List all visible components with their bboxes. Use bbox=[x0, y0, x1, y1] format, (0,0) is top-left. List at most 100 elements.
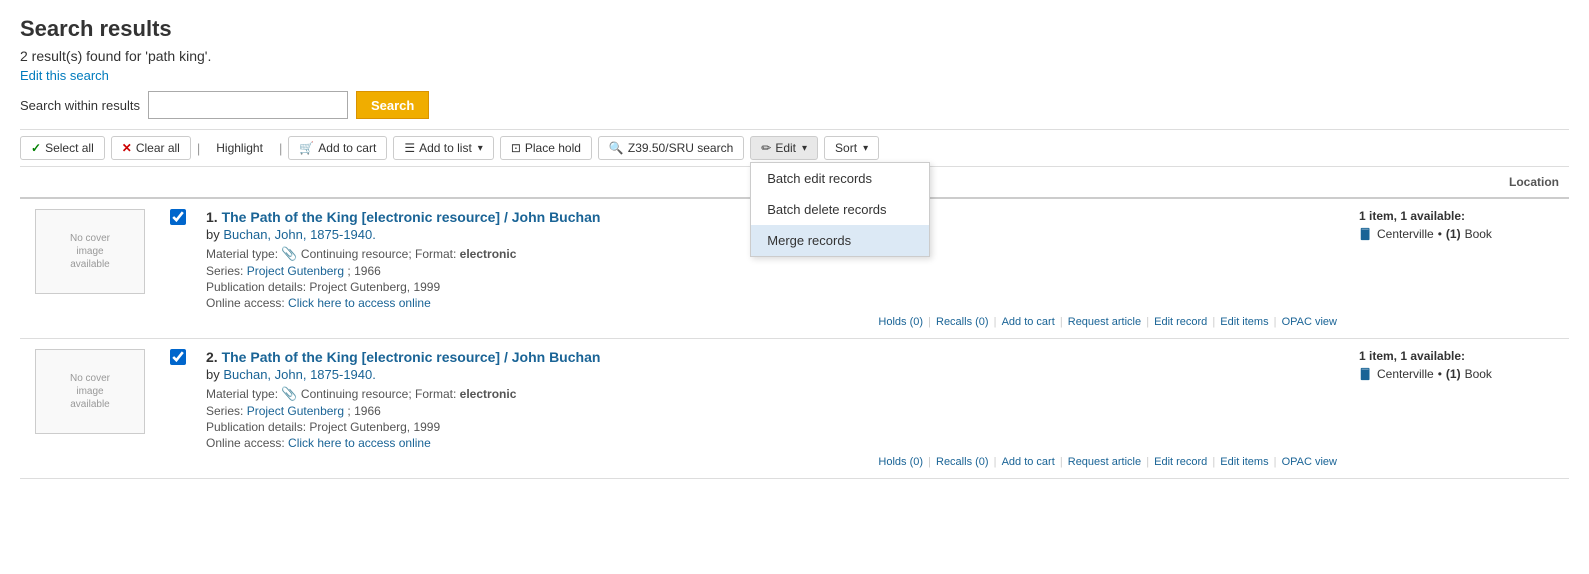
result-meta-series-1: Series: Project Gutenberg ; 1966 bbox=[206, 264, 1339, 278]
batch-edit-item[interactable]: Batch edit records bbox=[751, 163, 929, 194]
online-label-1: Online access: bbox=[206, 296, 285, 310]
add-to-cart-button[interactable]: 🛒 Add to cart bbox=[288, 136, 387, 160]
edit-record-link-1[interactable]: Edit record bbox=[1154, 316, 1207, 328]
pencil-icon: ✏ bbox=[761, 141, 771, 155]
add-to-list-dropdown: ☰ Add to list ▾ bbox=[393, 136, 494, 160]
page-title: Search results bbox=[20, 16, 1569, 42]
material-value-1: Continuing resource bbox=[301, 247, 408, 261]
add-to-list-button[interactable]: ☰ Add to list ▾ bbox=[393, 136, 494, 160]
request-article-link-2[interactable]: Request article bbox=[1068, 456, 1141, 468]
sep: | bbox=[1060, 316, 1063, 328]
add-to-cart-link-1[interactable]: Add to cart bbox=[1002, 316, 1055, 328]
page-wrapper: Search results 2 result(s) found for 'pa… bbox=[0, 0, 1589, 574]
location-detail-1: Centerville • (1) Book bbox=[1359, 227, 1559, 241]
format-label-2: Format: bbox=[415, 387, 456, 401]
col-checkbox bbox=[160, 167, 196, 198]
result-title-link-2[interactable]: The Path of the King [electronic resourc… bbox=[222, 349, 601, 365]
location-type-2: Book bbox=[1465, 367, 1492, 381]
edit-items-link-1[interactable]: Edit items bbox=[1220, 316, 1268, 328]
result-meta-online-2: Online access: Click here to access onli… bbox=[206, 436, 1339, 450]
author-link-1[interactable]: Buchan, John, 1875-1940. bbox=[223, 227, 376, 242]
edit-dropdown-menu: Batch edit records Batch delete records … bbox=[750, 162, 930, 257]
result-title-link-1[interactable]: The Path of the King [electronic resourc… bbox=[222, 209, 601, 225]
z3950-label: Z39.50/SRU search bbox=[628, 141, 733, 155]
place-hold-button[interactable]: ⊡ Place hold bbox=[500, 136, 592, 160]
search-within-input[interactable] bbox=[148, 91, 348, 119]
author-link-2[interactable]: Buchan, John, 1875-1940. bbox=[223, 367, 376, 382]
book-icon-2 bbox=[1359, 367, 1373, 381]
cover-cell-2: No coverimageavailable bbox=[20, 339, 160, 479]
result-meta-pub-2: Publication details: Project Gutenberg, … bbox=[206, 420, 1339, 434]
online-link-1[interactable]: Click here to access online bbox=[288, 296, 431, 310]
clear-all-button[interactable]: ✕ Clear all bbox=[111, 136, 191, 160]
search-icon: 🔍 bbox=[609, 141, 624, 155]
edit-record-link-2[interactable]: Edit record bbox=[1154, 456, 1207, 468]
search-button[interactable]: Search bbox=[356, 91, 429, 119]
select-all-label: Select all bbox=[45, 141, 94, 155]
sep: | bbox=[1060, 456, 1063, 468]
continuing-resource-icon-2: 📎 bbox=[281, 386, 297, 401]
select-all-button[interactable]: ✓ Select all bbox=[20, 136, 105, 160]
online-link-2[interactable]: Click here to access online bbox=[288, 436, 431, 450]
location-count-2: (1) bbox=[1446, 367, 1461, 381]
pub-value-2: Project Gutenberg, 1999 bbox=[309, 420, 440, 434]
checkbox-cell-1 bbox=[160, 198, 196, 339]
table-row: No coverimageavailable 2. The Path of th… bbox=[20, 339, 1569, 479]
book-icon-1 bbox=[1359, 227, 1373, 241]
result-actions-2: Holds (0) | Recalls (0) | Add to cart | … bbox=[206, 456, 1339, 468]
result-meta-series-2: Series: Project Gutenberg ; 1966 bbox=[206, 404, 1339, 418]
col-cover bbox=[20, 167, 160, 198]
series-label-2: Series: bbox=[206, 404, 243, 418]
opac-view-link-1[interactable]: OPAC view bbox=[1282, 316, 1337, 328]
place-hold-label: Place hold bbox=[525, 141, 581, 155]
pub-value-1: Project Gutenberg, 1999 bbox=[309, 280, 440, 294]
location-avail-2: 1 item, 1 available: bbox=[1359, 349, 1559, 363]
sep: | bbox=[994, 456, 997, 468]
holds-link-2[interactable]: Holds (0) bbox=[878, 456, 923, 468]
toolbar: ✓ Select all ✕ Clear all | Highlight | 🛒… bbox=[20, 129, 1569, 167]
series-link-2[interactable]: Project Gutenberg bbox=[247, 404, 344, 418]
merge-records-item[interactable]: Merge records bbox=[751, 225, 929, 256]
clear-all-label: Clear all bbox=[136, 141, 180, 155]
edit-items-link-2[interactable]: Edit items bbox=[1220, 456, 1268, 468]
result-count: 2 result(s) found for 'path king'. bbox=[20, 48, 1569, 64]
sep: | bbox=[1274, 456, 1277, 468]
location-name-1: Centerville bbox=[1377, 227, 1434, 241]
sep: | bbox=[1274, 316, 1277, 328]
sort-button[interactable]: Sort ▾ bbox=[824, 136, 879, 160]
search-within-row: Search within results Search bbox=[20, 91, 1569, 119]
result-number-2: 2. bbox=[206, 349, 218, 365]
highlight-button[interactable]: Highlight bbox=[206, 137, 273, 159]
result-meta-pub-1: Publication details: Project Gutenberg, … bbox=[206, 280, 1339, 294]
sort-label: Sort bbox=[835, 141, 857, 155]
series-label-1: Series: bbox=[206, 264, 243, 278]
pub-label-1: Publication details: bbox=[206, 280, 306, 294]
edit-search-link[interactable]: Edit this search bbox=[20, 68, 109, 83]
recalls-link-2[interactable]: Recalls (0) bbox=[936, 456, 989, 468]
z3950-button[interactable]: 🔍 Z39.50/SRU search bbox=[598, 136, 744, 160]
row-checkbox-1[interactable] bbox=[170, 209, 186, 225]
col-location: Location bbox=[1349, 167, 1569, 198]
request-article-link-1[interactable]: Request article bbox=[1068, 316, 1141, 328]
search-within-label: Search within results bbox=[20, 98, 140, 113]
location-cell-2: 1 item, 1 available: Centerville • (1) B… bbox=[1349, 339, 1569, 479]
opac-view-link-2[interactable]: OPAC view bbox=[1282, 456, 1337, 468]
material-value-2: Continuing resource bbox=[301, 387, 408, 401]
add-to-list-label: Add to list bbox=[419, 141, 472, 155]
batch-delete-item[interactable]: Batch delete records bbox=[751, 194, 929, 225]
series-link-1[interactable]: Project Gutenberg bbox=[247, 264, 344, 278]
edit-button[interactable]: ✏ Edit ▾ bbox=[750, 136, 818, 160]
edit-dropdown-wrapper: ✏ Edit ▾ Batch edit records Batch delete… bbox=[750, 136, 818, 160]
series-year-2: 1966 bbox=[354, 404, 381, 418]
add-to-cart-link-2[interactable]: Add to cart bbox=[1002, 456, 1055, 468]
online-label-2: Online access: bbox=[206, 436, 285, 450]
pub-label-2: Publication details: bbox=[206, 420, 306, 434]
sep: | bbox=[994, 316, 997, 328]
series-year-1: 1966 bbox=[354, 264, 381, 278]
continuing-resource-icon-1: 📎 bbox=[281, 246, 297, 261]
format-label-1: Format: bbox=[415, 247, 456, 261]
recalls-link-1[interactable]: Recalls (0) bbox=[936, 316, 989, 328]
holds-link-1[interactable]: Holds (0) bbox=[878, 316, 923, 328]
row-checkbox-2[interactable] bbox=[170, 349, 186, 365]
sort-dropdown-wrapper: Sort ▾ bbox=[824, 136, 879, 160]
